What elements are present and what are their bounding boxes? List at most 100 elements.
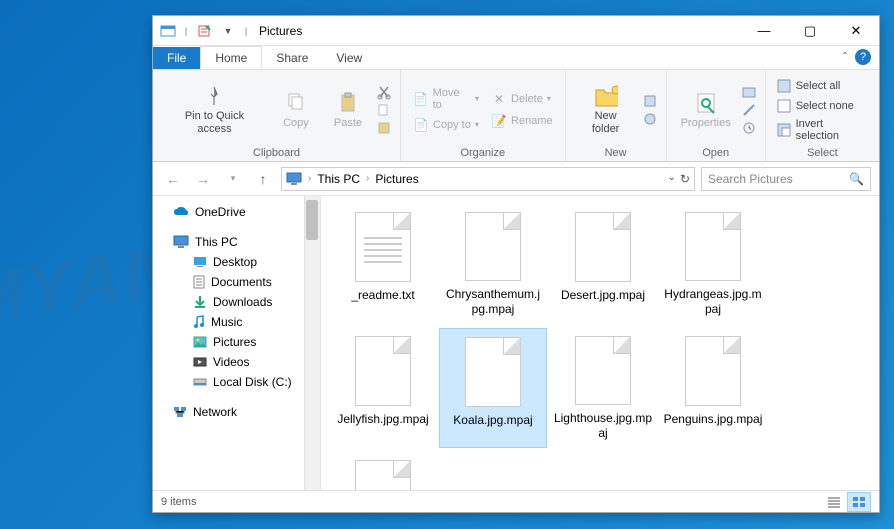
pin-quick-access-button[interactable]: Pin to Quick access <box>161 82 268 136</box>
search-icon: 🔍 <box>849 172 864 186</box>
refresh-icon[interactable]: ↻ <box>680 172 690 186</box>
edit-icon[interactable] <box>741 102 757 118</box>
nav-videos[interactable]: Videos <box>153 352 320 372</box>
cut-icon[interactable] <box>376 84 392 100</box>
new-folder-button[interactable]: New folder <box>574 82 638 136</box>
file-icon <box>465 337 521 407</box>
help-icon[interactable]: ? <box>855 49 871 65</box>
cloud-icon <box>173 206 189 218</box>
collapse-ribbon-icon[interactable]: ˆ <box>843 50 847 64</box>
new-item-icon[interactable] <box>642 93 658 109</box>
ribbon-tabs: File Home Share View ˆ ? <box>153 46 879 70</box>
tab-file[interactable]: File <box>153 47 200 69</box>
qat-dropdown-icon[interactable]: ▼ <box>217 20 239 42</box>
file-item[interactable]: Jellyfish.jpg.mpaj <box>329 328 437 448</box>
rename-button[interactable]: 📝Rename <box>487 111 557 131</box>
nav-localdisk[interactable]: Local Disk (C:) <box>153 372 320 392</box>
maximize-button[interactable]: ▢ <box>787 16 833 46</box>
up-button[interactable]: ↑ <box>251 167 275 191</box>
tab-share[interactable]: Share <box>262 47 322 69</box>
file-label: Chrysanthemum.jpg.mpaj <box>443 287 543 316</box>
dropdown-icon[interactable]: ⌄ <box>668 172 676 186</box>
file-item[interactable]: Chrysanthemum.jpg.mpaj <box>439 204 547 324</box>
view-icons-button[interactable] <box>847 492 871 512</box>
chevron-right-icon[interactable]: › <box>366 173 369 184</box>
file-item[interactable]: _readme.txt <box>329 204 437 324</box>
recent-dropdown[interactable]: ▾ <box>221 167 245 191</box>
minimize-button[interactable]: — <box>741 16 787 46</box>
nav-scrollbar[interactable] <box>304 196 320 490</box>
ribbon-group-select: Select all Select none Invert selection … <box>766 70 879 161</box>
file-item[interactable]: Hydrangeas.jpg.mpaj <box>659 204 767 324</box>
tab-view[interactable]: View <box>322 47 376 69</box>
properties-qat-icon[interactable] <box>193 20 215 42</box>
ribbon-group-label: Select <box>807 145 838 159</box>
file-icon <box>355 212 411 282</box>
address-box[interactable]: › This PC › Pictures ⌄ ↻ <box>281 167 695 191</box>
file-label: Koala.jpg.mpaj <box>453 413 532 427</box>
content-area: OneDrive This PC Desktop Documents Downl… <box>153 196 879 490</box>
file-item[interactable]: Desert.jpg.mpaj <box>549 204 657 324</box>
invert-selection-button[interactable]: Invert selection <box>774 117 871 143</box>
file-item[interactable]: Koala.jpg.mpaj <box>439 328 547 448</box>
select-all-button[interactable]: Select all <box>774 77 871 95</box>
search-placeholder: Search Pictures <box>708 172 793 186</box>
nav-network[interactable]: Network <box>153 402 320 422</box>
paste-shortcut-icon[interactable] <box>376 120 392 136</box>
titlebar: | ▼ | Pictures — ▢ ✕ <box>153 16 879 46</box>
paste-icon <box>336 91 360 115</box>
nav-music[interactable]: Music <box>153 312 320 332</box>
file-item[interactable]: Tulips.jpg.mpaj <box>329 452 437 490</box>
delete-icon: ✕ <box>491 91 507 107</box>
window-title: Pictures <box>259 24 302 38</box>
breadcrumb-thispc[interactable]: This PC <box>317 172 360 186</box>
desktop-icon <box>193 256 207 268</box>
ribbon-group-label: New <box>605 145 627 159</box>
breadcrumb-pictures[interactable]: Pictures <box>375 172 418 186</box>
easy-access-icon[interactable] <box>642 111 658 127</box>
copy-to-button[interactable]: 📄Copy to▾ <box>409 115 483 135</box>
forward-button[interactable]: → <box>191 167 215 191</box>
file-icon <box>465 212 521 281</box>
separator: | <box>181 26 191 36</box>
explorer-window: | ▼ | Pictures — ▢ ✕ File Home Share Vie… <box>152 15 880 513</box>
app-icon <box>157 20 179 42</box>
rename-icon: 📝 <box>491 113 507 129</box>
select-none-button[interactable]: Select none <box>774 97 871 115</box>
status-bar: 9 items <box>153 490 879 512</box>
move-to-button[interactable]: 📄Move to▾ <box>409 85 483 113</box>
file-icon <box>355 460 411 490</box>
file-item[interactable]: Lighthouse.jpg.mpaj <box>549 328 657 448</box>
network-icon <box>173 406 187 418</box>
documents-icon <box>193 275 205 289</box>
chevron-right-icon[interactable]: › <box>308 173 311 184</box>
invert-icon <box>776 122 792 138</box>
back-button[interactable]: ← <box>161 167 185 191</box>
nav-desktop[interactable]: Desktop <box>153 252 320 272</box>
close-button[interactable]: ✕ <box>833 16 879 46</box>
delete-button[interactable]: ✕Delete▾ <box>487 89 557 109</box>
paste-button[interactable]: Paste <box>324 89 372 131</box>
downloads-icon <box>193 295 207 309</box>
ribbon: Pin to Quick access Copy Paste Clipboard <box>153 70 879 162</box>
view-details-button[interactable] <box>822 492 846 512</box>
music-icon <box>193 315 205 329</box>
search-input[interactable]: Search Pictures 🔍 <box>701 167 871 191</box>
file-pane[interactable]: _readme.txtChrysanthemum.jpg.mpajDesert.… <box>321 196 879 490</box>
open-icon[interactable] <box>741 84 757 100</box>
address-bar: ← → ▾ ↑ › This PC › Pictures ⌄ ↻ Search … <box>153 162 879 196</box>
ribbon-group-organize: 📄Move to▾ 📄Copy to▾ ✕Delete▾ 📝Rename Org… <box>401 70 566 161</box>
nav-onedrive[interactable]: OneDrive <box>153 202 320 222</box>
nav-documents[interactable]: Documents <box>153 272 320 292</box>
properties-button[interactable]: Properties <box>675 89 737 131</box>
file-item[interactable]: Penguins.jpg.mpaj <box>659 328 767 448</box>
nav-downloads[interactable]: Downloads <box>153 292 320 312</box>
file-icon <box>575 212 631 282</box>
copy-button[interactable]: Copy <box>272 89 320 131</box>
nav-pictures[interactable]: Pictures <box>153 332 320 352</box>
history-icon[interactable] <box>741 120 757 136</box>
separator: | <box>241 26 251 36</box>
nav-thispc[interactable]: This PC <box>153 232 320 252</box>
copy-path-icon[interactable] <box>376 102 392 118</box>
tab-home[interactable]: Home <box>200 46 262 69</box>
